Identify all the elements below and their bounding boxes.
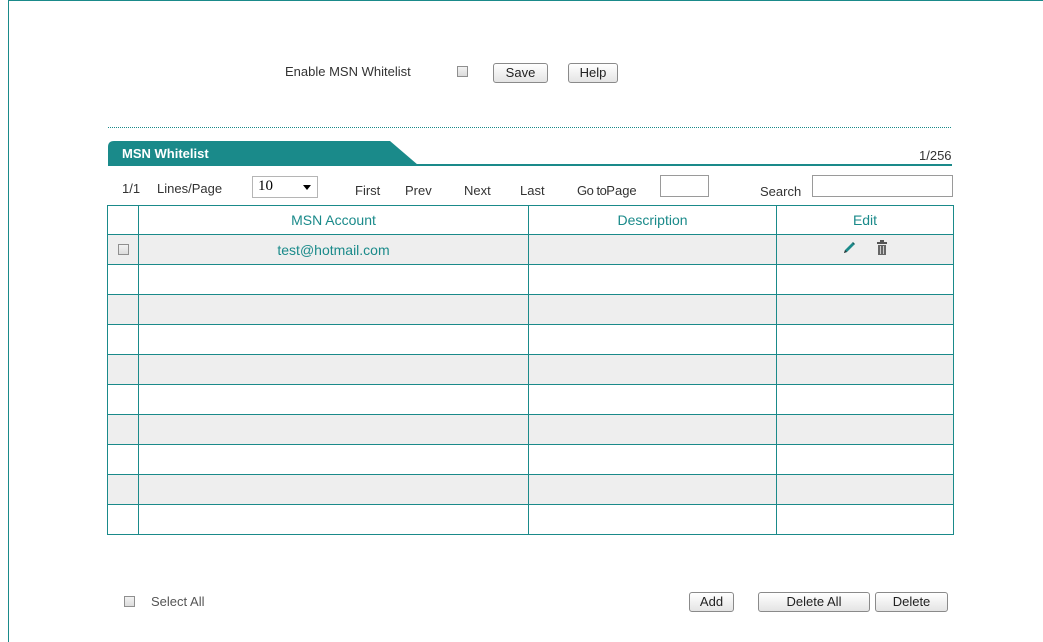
goto-page-input[interactable] [660, 175, 709, 197]
panel-tab: MSN Whitelist [108, 141, 418, 165]
goto-suffix: Page [606, 183, 637, 198]
prev-page-link[interactable]: Prev [405, 183, 432, 198]
table-row [107, 384, 954, 415]
table-row [107, 474, 954, 505]
whitelist-table: MSN Account Description Edit test@hotmai… [107, 205, 954, 535]
panel-title: MSN Whitelist [122, 146, 209, 161]
description-cell [528, 234, 777, 265]
lines-per-page-label: Lines/Page [157, 181, 223, 196]
page-indicator: 1/1 [122, 181, 141, 196]
add-button[interactable]: Add [689, 592, 734, 612]
trash-icon[interactable] [875, 240, 889, 259]
section-divider [108, 127, 951, 128]
table-row: test@hotmail.com [107, 234, 954, 265]
enable-msn-whitelist-label: Enable MSN Whitelist [285, 64, 411, 79]
next-page-link[interactable]: Next [464, 183, 491, 198]
search-label: Search [760, 184, 802, 199]
entry-count: 1/256 [919, 148, 952, 163]
row-select-cell [107, 234, 139, 265]
table-row [107, 354, 954, 385]
table-row [107, 324, 954, 355]
lines-per-page-select[interactable]: 10 [252, 176, 318, 198]
table-header-row: MSN Account Description Edit [107, 205, 954, 235]
delete-all-button[interactable]: Delete All [758, 592, 870, 612]
last-page-link[interactable]: Last [520, 183, 545, 198]
save-button[interactable]: Save [493, 63, 548, 83]
first-page-link[interactable]: First [355, 183, 380, 198]
header-edit: Edit [776, 205, 954, 235]
msn-account-cell: test@hotmail.com [138, 234, 529, 265]
edit-cell [776, 234, 954, 265]
select-all-label: Select All [151, 594, 205, 609]
help-button[interactable]: Help [568, 63, 618, 83]
chevron-down-icon [303, 185, 311, 190]
header-msn-account: MSN Account [138, 205, 529, 235]
search-input[interactable] [812, 175, 953, 197]
enable-msn-whitelist-checkbox[interactable] [457, 66, 468, 77]
table-body: test@hotmail.com [107, 234, 954, 535]
select-all-checkbox[interactable] [124, 596, 135, 607]
header-description: Description [528, 205, 777, 235]
lines-per-page-value: 10 [258, 178, 273, 194]
table-row [107, 294, 954, 325]
goto-prefix: Go to [577, 183, 607, 198]
table-row [107, 264, 954, 295]
table-row [107, 504, 954, 535]
delete-button[interactable]: Delete [875, 592, 948, 612]
row-checkbox[interactable] [117, 243, 129, 255]
goto-label: Go toPage [577, 183, 637, 198]
header-select [107, 205, 139, 235]
pencil-icon[interactable] [841, 240, 857, 259]
table-row [107, 444, 954, 475]
table-row [107, 414, 954, 445]
panel-tab-underline [108, 164, 952, 166]
